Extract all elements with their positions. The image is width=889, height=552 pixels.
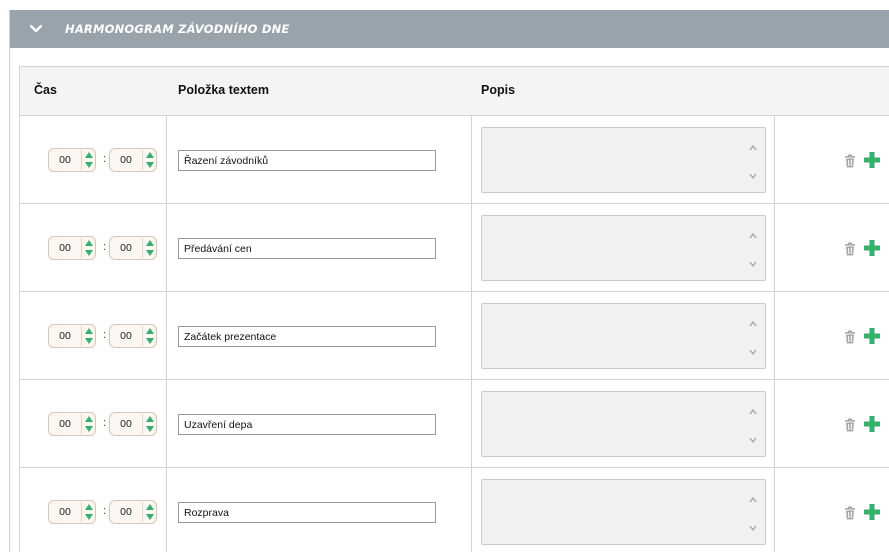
- minute-value[interactable]: 00: [110, 242, 142, 254]
- table-header: Čas Položka textem Popis: [20, 67, 889, 116]
- arrow-down-icon[interactable]: [145, 426, 154, 432]
- time-separator: :: [103, 505, 107, 517]
- hour-value[interactable]: 00: [49, 154, 81, 166]
- plus-icon[interactable]: [863, 503, 881, 521]
- scroll-down-icon[interactable]: [749, 260, 757, 268]
- trash-icon[interactable]: [844, 418, 856, 432]
- arrow-down-icon[interactable]: [84, 338, 93, 344]
- plus-icon[interactable]: [863, 239, 881, 257]
- arrow-up-icon[interactable]: [145, 240, 154, 246]
- minute-stepper[interactable]: 00: [109, 412, 157, 436]
- arrow-up-icon[interactable]: [145, 152, 154, 158]
- minute-value[interactable]: 00: [110, 418, 142, 430]
- arrow-up-icon[interactable]: [145, 504, 154, 510]
- hour-value[interactable]: 00: [49, 418, 81, 430]
- scroll-down-icon[interactable]: [749, 524, 757, 532]
- arrow-up-icon[interactable]: [84, 416, 93, 422]
- time-separator: :: [103, 329, 107, 341]
- schedule-table: Čas Položka textem Popis 00 : 00 Řazení …: [19, 66, 889, 552]
- trash-icon[interactable]: [844, 506, 856, 520]
- scroll-up-icon[interactable]: [749, 408, 757, 416]
- description-textarea[interactable]: [481, 391, 766, 457]
- time-separator: :: [103, 417, 107, 429]
- minute-value[interactable]: 00: [110, 154, 142, 166]
- minute-stepper[interactable]: 00: [109, 500, 157, 524]
- chevron-down-icon[interactable]: [29, 22, 43, 36]
- trash-icon[interactable]: [844, 242, 856, 256]
- item-text-input[interactable]: Řazení závodníků: [178, 150, 436, 171]
- table-row: 00 : 00 Rozprava: [20, 468, 889, 552]
- hour-value[interactable]: 00: [49, 330, 81, 342]
- item-text-input[interactable]: Uzavření depa: [178, 414, 436, 435]
- arrow-down-icon[interactable]: [145, 162, 154, 168]
- plus-icon[interactable]: [863, 151, 881, 169]
- arrow-up-icon[interactable]: [84, 240, 93, 246]
- arrow-down-icon[interactable]: [145, 338, 154, 344]
- scroll-up-icon[interactable]: [749, 144, 757, 152]
- header-description: Popis: [481, 83, 516, 97]
- plus-icon[interactable]: [863, 415, 881, 433]
- arrow-up-icon[interactable]: [145, 416, 154, 422]
- scroll-up-icon[interactable]: [749, 232, 757, 240]
- arrow-down-icon[interactable]: [84, 250, 93, 256]
- description-textarea[interactable]: [481, 479, 766, 545]
- arrow-down-icon[interactable]: [84, 514, 93, 520]
- scroll-up-icon[interactable]: [749, 320, 757, 328]
- minute-value[interactable]: 00: [110, 330, 142, 342]
- header-item: Položka textem: [178, 83, 270, 97]
- scroll-down-icon[interactable]: [749, 436, 757, 444]
- table-row: 00 : 00 Uzavření depa: [20, 380, 889, 468]
- arrow-up-icon[interactable]: [145, 328, 154, 334]
- minute-value[interactable]: 00: [110, 506, 142, 518]
- hour-stepper[interactable]: 00: [48, 412, 96, 436]
- arrow-up-icon[interactable]: [84, 504, 93, 510]
- arrow-up-icon[interactable]: [84, 152, 93, 158]
- trash-icon[interactable]: [844, 330, 856, 344]
- description-textarea[interactable]: [481, 303, 766, 369]
- description-textarea[interactable]: [481, 127, 766, 193]
- plus-icon[interactable]: [863, 327, 881, 345]
- scroll-down-icon[interactable]: [749, 172, 757, 180]
- hour-value[interactable]: 00: [49, 242, 81, 254]
- scroll-up-icon[interactable]: [749, 496, 757, 504]
- panel-title: HARMONOGRAM ZÁVODNÍHO DNE: [65, 22, 290, 36]
- time-separator: :: [103, 153, 107, 165]
- table-row: 00 : 00 Začátek prezentace: [20, 292, 889, 380]
- arrow-up-icon[interactable]: [84, 328, 93, 334]
- item-text-input[interactable]: Rozprava: [178, 502, 436, 523]
- item-text-input[interactable]: Začátek prezentace: [178, 326, 436, 347]
- arrow-down-icon[interactable]: [145, 250, 154, 256]
- arrow-down-icon[interactable]: [145, 514, 154, 520]
- header-time: Čas: [34, 83, 57, 97]
- hour-stepper[interactable]: 00: [48, 500, 96, 524]
- item-text-input[interactable]: Předávání cen: [178, 238, 436, 259]
- minute-stepper[interactable]: 00: [109, 236, 157, 260]
- minute-stepper[interactable]: 00: [109, 148, 157, 172]
- table-row: 00 : 00 Řazení závodníků: [20, 116, 889, 204]
- hour-stepper[interactable]: 00: [48, 148, 96, 172]
- description-textarea[interactable]: [481, 215, 766, 281]
- scroll-down-icon[interactable]: [749, 348, 757, 356]
- trash-icon[interactable]: [844, 154, 856, 168]
- hour-stepper[interactable]: 00: [48, 324, 96, 348]
- minute-stepper[interactable]: 00: [109, 324, 157, 348]
- hour-value[interactable]: 00: [49, 506, 81, 518]
- schedule-panel: HARMONOGRAM ZÁVODNÍHO DNE Čas Položka te…: [9, 10, 889, 552]
- arrow-down-icon[interactable]: [84, 162, 93, 168]
- panel-header[interactable]: HARMONOGRAM ZÁVODNÍHO DNE: [10, 10, 889, 48]
- table-row: 00 : 00 Předávání cen: [20, 204, 889, 292]
- arrow-down-icon[interactable]: [84, 426, 93, 432]
- time-separator: :: [103, 241, 107, 253]
- hour-stepper[interactable]: 00: [48, 236, 96, 260]
